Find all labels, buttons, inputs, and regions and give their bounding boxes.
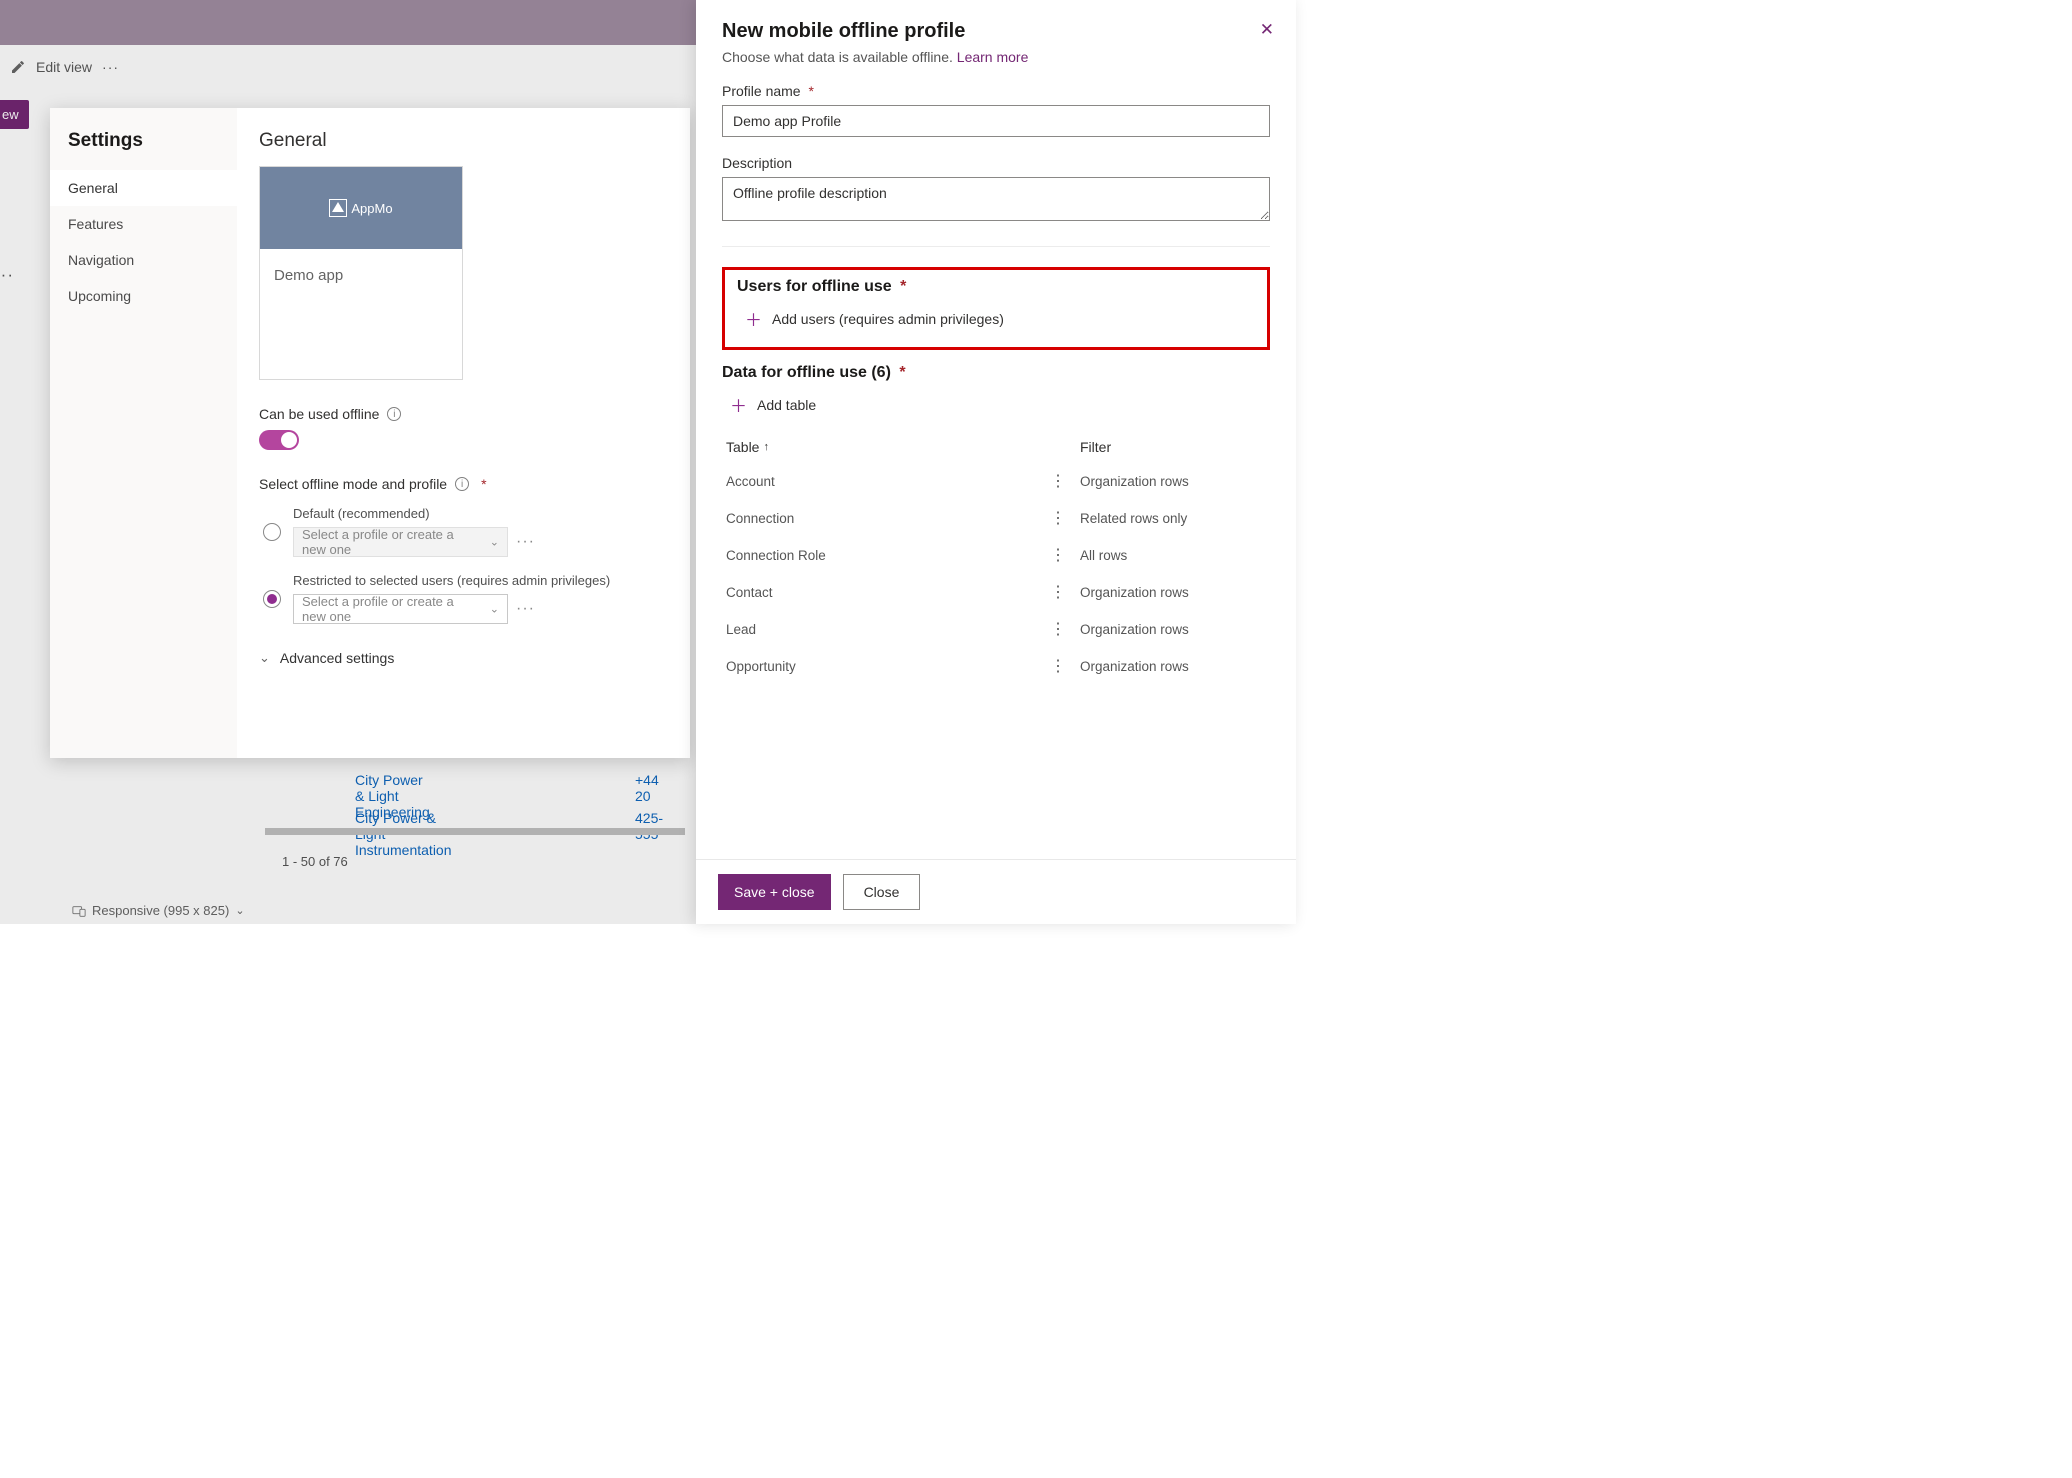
device-icon <box>72 904 86 918</box>
chevron-down-icon: ⌄ <box>235 904 244 917</box>
panel-footer: Save + close Close <box>696 859 1296 924</box>
row-more-icon[interactable] <box>1036 474 1080 489</box>
profile-select-default: Select a profile or create a new one ⌄ <box>293 527 508 557</box>
table-row: Opportunity Organization rows <box>722 648 1270 685</box>
chevron-down-icon: ⌄ <box>490 603 499 616</box>
profile-name-label: Profile name * <box>722 83 1270 99</box>
add-table-button[interactable]: ＋ Add table <box>722 382 1270 423</box>
required-indicator: * <box>481 476 486 492</box>
offline-profile-panel: ✕ New mobile offline profile Choose what… <box>696 0 1296 924</box>
radio-restricted-label: Restricted to selected users (requires a… <box>293 573 668 588</box>
settings-modal: Settings General Features Navigation Upc… <box>50 108 690 758</box>
col-table-header[interactable]: Table ↑ <box>726 439 1036 455</box>
close-icon[interactable]: ✕ <box>1260 20 1274 40</box>
add-users-label: Add users (requires admin privileges) <box>772 311 1004 327</box>
settings-nav-general[interactable]: General <box>50 170 237 206</box>
users-highlight-box: Users for offline use * ＋ Add users (req… <box>722 267 1270 350</box>
sort-arrow-icon: ↑ <box>763 441 769 453</box>
radio-default[interactable] <box>263 523 281 541</box>
row-more-icon[interactable] <box>1036 585 1080 600</box>
row-more-icon[interactable] <box>1036 659 1080 674</box>
table-row: Contact Organization rows <box>722 574 1270 611</box>
table-header-row: Table ↑ Filter <box>722 431 1270 463</box>
description-label: Description <box>722 155 1270 171</box>
edit-view-label[interactable]: Edit view <box>36 59 92 75</box>
row-more-icon[interactable] <box>1036 511 1080 526</box>
settings-nav-features[interactable]: Features <box>50 206 237 242</box>
offline-toggle[interactable] <box>259 430 299 450</box>
app-tile-name: Demo app <box>260 249 462 302</box>
select-mode-label: Select offline mode and profile i * <box>259 476 668 492</box>
info-icon[interactable]: i <box>387 407 401 421</box>
offline-tables-list: Table ↑ Filter Account Organization rows… <box>722 431 1270 685</box>
add-users-button[interactable]: ＋ Add users (requires admin privileges) <box>737 296 1255 337</box>
responsive-indicator[interactable]: Responsive (995 x 825) ⌄ <box>72 903 245 918</box>
more-icon[interactable]: ··· <box>516 600 535 618</box>
row-more-icon[interactable] <box>1036 548 1080 563</box>
description-input[interactable]: Offline profile description <box>722 177 1270 221</box>
advanced-settings-label: Advanced settings <box>280 650 394 666</box>
app-tile[interactable]: AppMo Demo app <box>259 166 463 380</box>
pencil-icon <box>10 59 26 75</box>
settings-sidebar: Settings General Features Navigation Upc… <box>50 108 237 758</box>
radio-default-label: Default (recommended) <box>293 506 668 521</box>
table-row: Lead Organization rows <box>722 611 1270 648</box>
plus-icon: ＋ <box>730 392 747 417</box>
more-icon[interactable]: ··· <box>102 59 119 75</box>
add-table-label: Add table <box>757 397 816 413</box>
radio-restricted[interactable] <box>263 590 281 608</box>
responsive-label: Responsive (995 x 825) <box>92 903 229 918</box>
more-icon[interactable]: ··· <box>516 533 535 551</box>
new-button-fragment[interactable]: ew <box>0 100 29 129</box>
table-row: Connection Related rows only <box>722 500 1270 537</box>
offline-toggle-label: Can be used offline i <box>259 406 668 422</box>
settings-nav-upcoming[interactable]: Upcoming <box>50 278 237 314</box>
settings-main: General AppMo Demo app Can be used offli… <box>237 108 690 758</box>
app-tile-placeholder-text: AppMo <box>351 201 392 216</box>
panel-subtitle: Choose what data is available offline. L… <box>722 49 1270 65</box>
plus-icon: ＋ <box>745 306 762 331</box>
grid-row-phone[interactable]: 425-555 <box>635 810 663 842</box>
info-icon[interactable]: i <box>455 477 469 491</box>
app-tile-header: AppMo <box>260 167 462 249</box>
col-filter-header[interactable]: Filter <box>1080 439 1266 455</box>
users-heading: Users for offline use * <box>737 278 1255 296</box>
broken-image-icon <box>329 199 347 217</box>
table-row: Connection Role All rows <box>722 537 1270 574</box>
data-heading: Data for offline use (6) * <box>722 364 1270 382</box>
advanced-settings-toggle[interactable]: ⌄ Advanced settings <box>259 650 668 666</box>
panel-title: New mobile offline profile <box>722 20 1270 43</box>
general-heading: General <box>259 130 668 152</box>
learn-more-link[interactable]: Learn more <box>957 49 1029 65</box>
overflow-icon[interactable]: ··· <box>0 265 14 285</box>
save-button[interactable]: Save + close <box>718 874 831 910</box>
profile-name-input[interactable] <box>722 105 1270 137</box>
profile-select-restricted[interactable]: Select a profile or create a new one ⌄ <box>293 594 508 624</box>
grid-record-count: 1 - 50 of 76 <box>282 854 348 869</box>
close-button[interactable]: Close <box>843 874 921 910</box>
grid-row-phone[interactable]: +44 20 <box>635 772 659 804</box>
grid-scrollbar[interactable] <box>265 828 685 835</box>
row-more-icon[interactable] <box>1036 622 1080 637</box>
chevron-down-icon: ⌄ <box>259 650 270 666</box>
chevron-down-icon: ⌄ <box>490 536 499 549</box>
divider <box>722 246 1270 247</box>
settings-title: Settings <box>50 130 237 170</box>
settings-nav-navigation[interactable]: Navigation <box>50 242 237 278</box>
table-row: Account Organization rows <box>722 463 1270 500</box>
